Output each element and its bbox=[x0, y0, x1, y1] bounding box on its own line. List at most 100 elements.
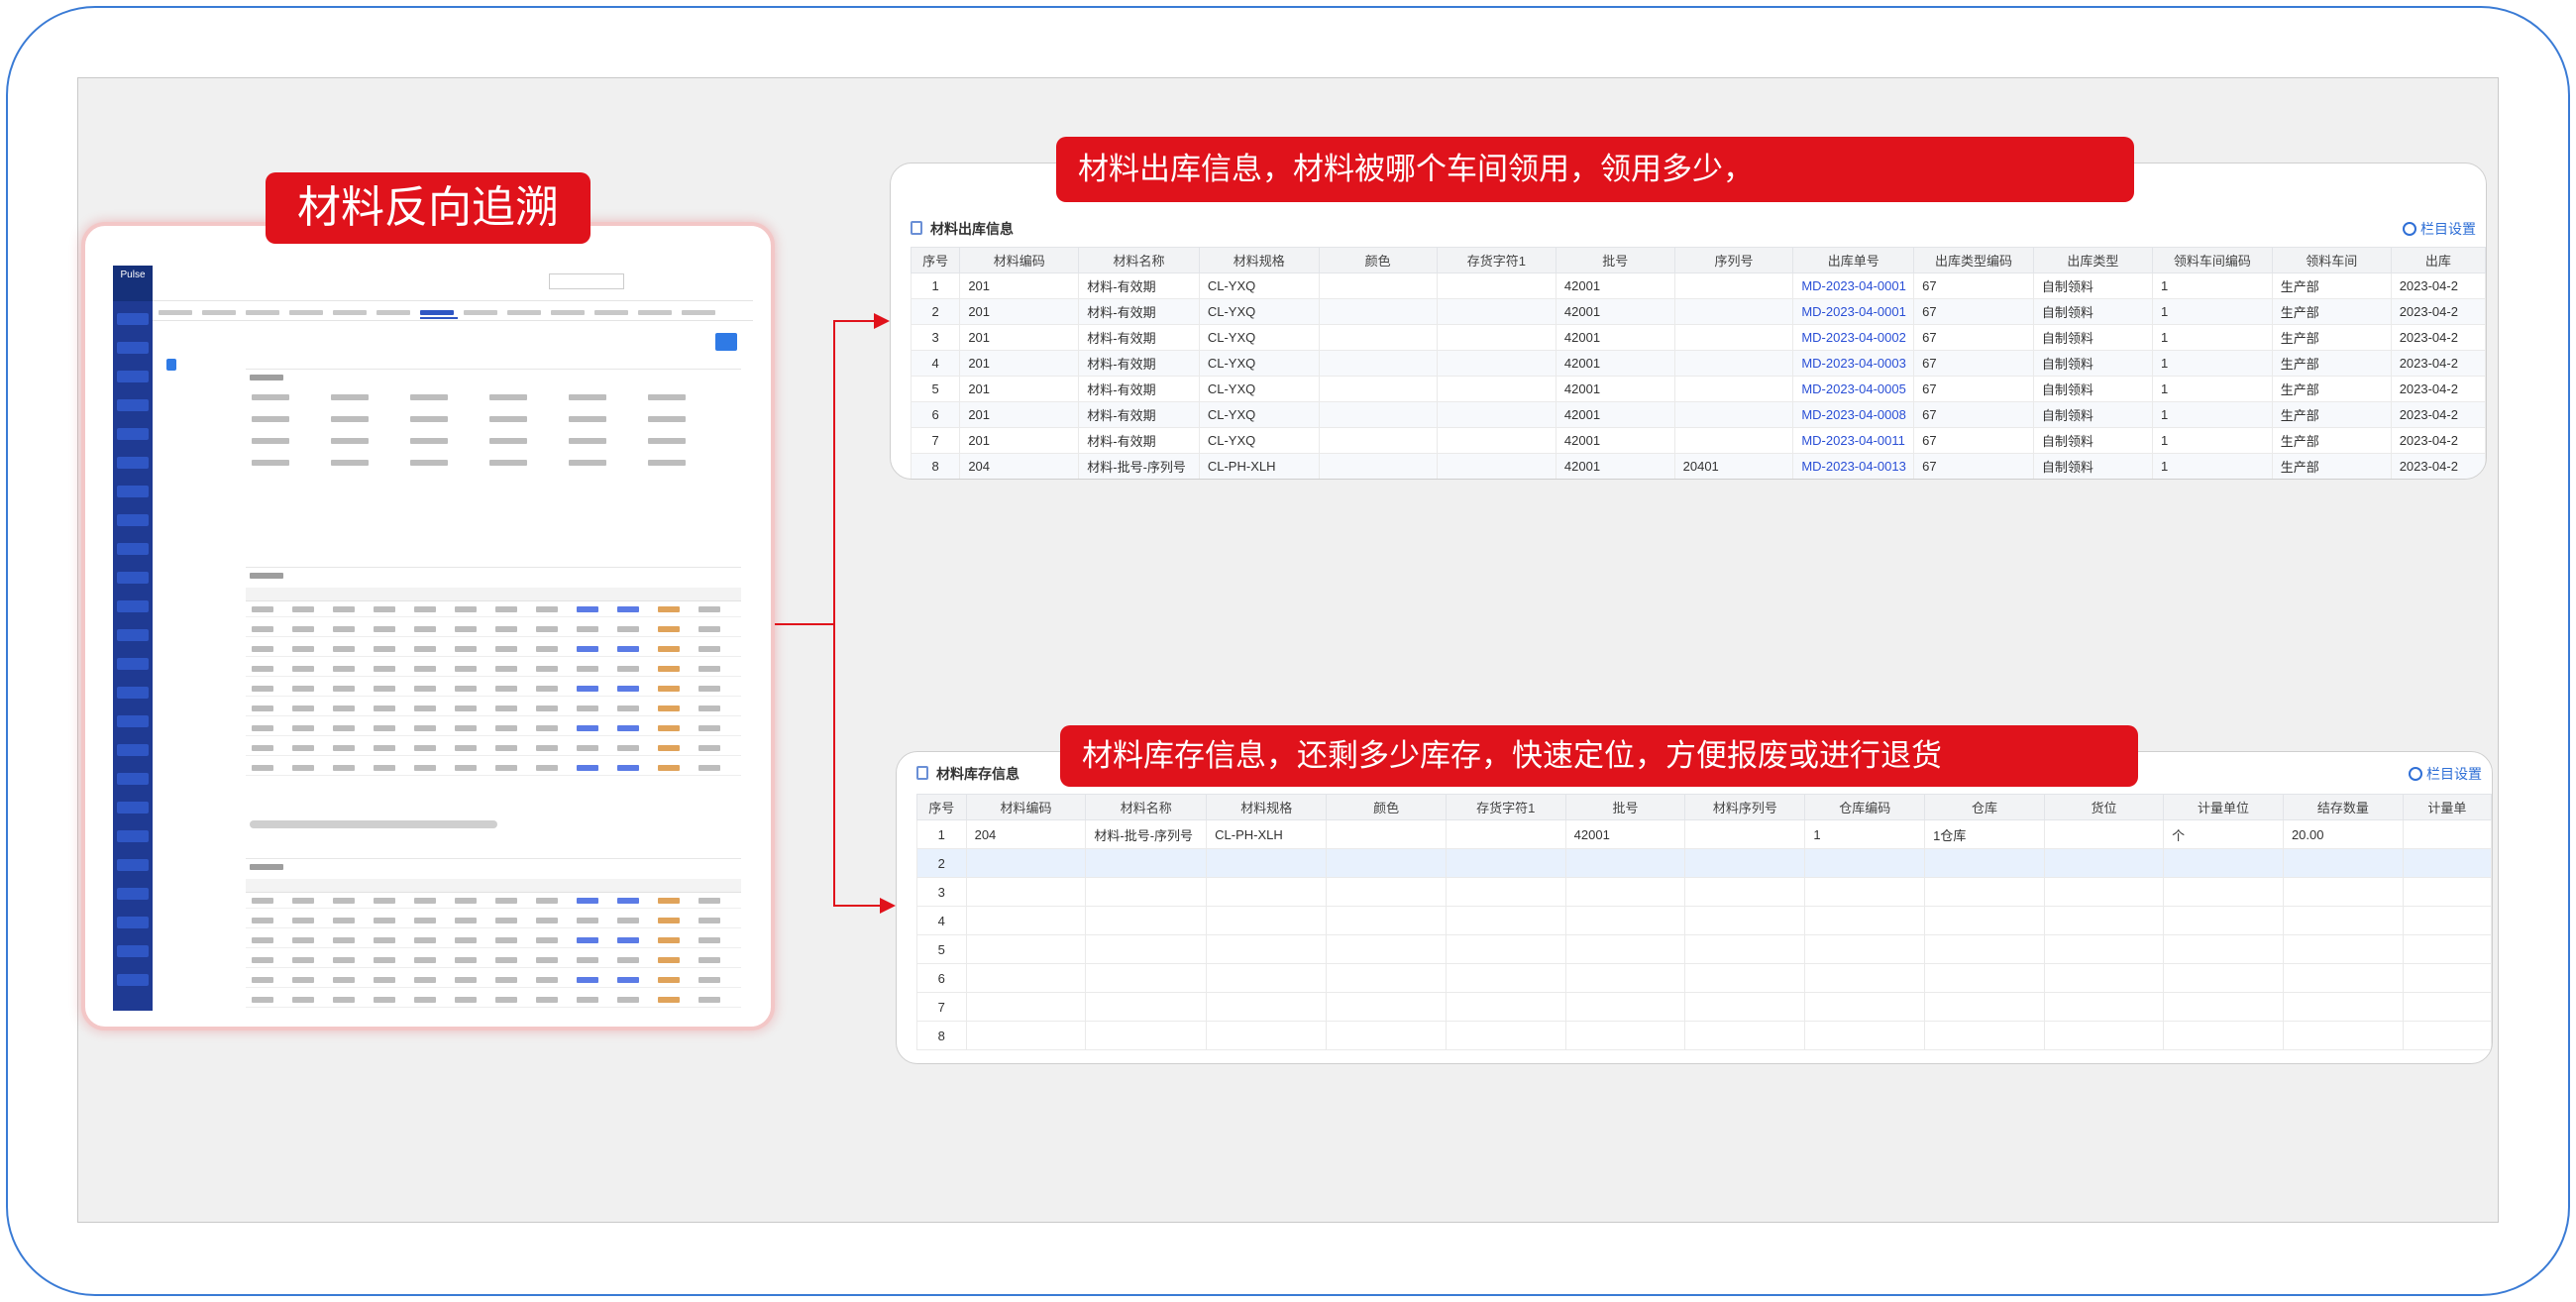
app-tab[interactable] bbox=[682, 307, 719, 319]
column-header[interactable]: 货位 bbox=[2043, 794, 2165, 820]
column-header[interactable]: 序列号 bbox=[1673, 247, 1794, 273]
table-row[interactable]: 8 bbox=[916, 1021, 2492, 1050]
column-header[interactable]: 仓库编码 bbox=[1804, 794, 1926, 820]
app-row[interactable] bbox=[246, 663, 741, 677]
column-header[interactable]: 批号 bbox=[1555, 247, 1675, 273]
column-header[interactable]: 颜色 bbox=[1318, 247, 1438, 273]
table-cell[interactable]: MD-2023-04-0002 bbox=[1792, 324, 1915, 351]
table-row[interactable]: 7 201 材料-有效期 CL-YXQ 42001 MD-2023-04-0011 67 自制… bbox=[910, 427, 2486, 454]
table-row[interactable]: 7 bbox=[916, 992, 2492, 1022]
app-scrollbar[interactable] bbox=[250, 820, 497, 828]
table-row[interactable]: 8 204 材料-批号-序列号 CL-PH-XLH 42001 20401 MD-2023-… bbox=[910, 453, 2486, 479]
column-header[interactable]: 出库类型编码 bbox=[1913, 247, 2034, 273]
column-header[interactable]: 领料车间编码 bbox=[2152, 247, 2273, 273]
table-cell[interactable]: MD-2023-04-0005 bbox=[1792, 376, 1915, 402]
app-sidebar-item[interactable] bbox=[117, 313, 149, 325]
app-tab[interactable] bbox=[376, 307, 414, 319]
app-sidebar-item[interactable] bbox=[117, 888, 149, 900]
app-row[interactable] bbox=[246, 643, 741, 657]
table-cell[interactable]: MD-2023-04-0001 bbox=[1792, 298, 1915, 325]
table-row[interactable]: 1 204 材料-批号-序列号 CL-PH-XLH 42001 1 1仓库个 20.00 bbox=[916, 819, 2492, 849]
app-tab[interactable] bbox=[246, 307, 283, 319]
app-sidebar-item[interactable] bbox=[117, 744, 149, 756]
app-row[interactable] bbox=[246, 994, 741, 1008]
column-header[interactable]: 材料序列号 bbox=[1684, 794, 1806, 820]
app-sidebar-item[interactable] bbox=[117, 974, 149, 986]
app-sidebar-item[interactable] bbox=[117, 687, 149, 699]
table-cell[interactable]: MD-2023-04-0003 bbox=[1792, 350, 1915, 377]
app-tab[interactable] bbox=[333, 307, 371, 319]
app-sidebar-item[interactable] bbox=[117, 486, 149, 497]
table-row[interactable]: 5 bbox=[916, 934, 2492, 964]
app-row[interactable] bbox=[246, 934, 741, 948]
table-row[interactable]: 2 201 材料-有效期 CL-YXQ 42001 MD-2023-04-0001 67 自制… bbox=[910, 298, 2486, 325]
app-query-button[interactable] bbox=[166, 359, 176, 371]
app-sidebar-item[interactable] bbox=[117, 572, 149, 584]
app-search-button[interactable] bbox=[715, 333, 737, 351]
app-sidebar-item[interactable] bbox=[117, 600, 149, 612]
app-tab[interactable] bbox=[507, 307, 545, 319]
app-sidebar-item[interactable] bbox=[117, 715, 149, 727]
app-sidebar-item[interactable] bbox=[117, 658, 149, 670]
app-tab[interactable] bbox=[420, 307, 458, 319]
app-tab[interactable] bbox=[159, 307, 196, 319]
app-sidebar-item[interactable] bbox=[117, 457, 149, 469]
column-header[interactable]: 材料编码 bbox=[965, 794, 1087, 820]
column-header[interactable]: 出库类型 bbox=[2032, 247, 2154, 273]
column-header[interactable]: 材料名称 bbox=[1078, 247, 1200, 273]
app-tab[interactable] bbox=[638, 307, 676, 319]
app-row[interactable] bbox=[246, 603, 741, 617]
column-settings-button[interactable]: 栏目设置 bbox=[2403, 219, 2476, 239]
app-tab[interactable] bbox=[594, 307, 632, 319]
column-header[interactable]: 材料规格 bbox=[1206, 794, 1328, 820]
table-row[interactable]: 1 201 材料-有效期 CL-YXQ 42001 MD-2023-04-0001 67 自制… bbox=[910, 272, 2486, 299]
column-header[interactable]: 材料名称 bbox=[1085, 794, 1208, 820]
app-sidebar-item[interactable] bbox=[117, 371, 149, 382]
column-header[interactable]: 结存数量 bbox=[2282, 794, 2404, 820]
table-row[interactable]: 4 bbox=[916, 906, 2492, 935]
app-row[interactable] bbox=[246, 762, 741, 776]
app-sidebar-item[interactable] bbox=[117, 514, 149, 526]
column-settings-button[interactable]: 栏目设置 bbox=[2409, 764, 2482, 784]
table-cell[interactable]: MD-2023-04-0013 bbox=[1792, 453, 1915, 479]
app-sidebar-item[interactable] bbox=[117, 399, 149, 411]
app-tab[interactable] bbox=[202, 307, 240, 319]
app-sidebar-item[interactable] bbox=[117, 945, 149, 957]
column-header[interactable]: 批号 bbox=[1564, 794, 1686, 820]
column-header[interactable]: 计量单 bbox=[2402, 794, 2492, 820]
app-row[interactable] bbox=[246, 954, 741, 968]
column-header[interactable]: 颜色 bbox=[1326, 794, 1447, 820]
app-search-input[interactable] bbox=[549, 273, 624, 289]
app-row[interactable] bbox=[246, 915, 741, 928]
app-row[interactable] bbox=[246, 742, 741, 756]
column-header[interactable]: 序号 bbox=[916, 794, 967, 820]
column-header[interactable]: 计量单位 bbox=[2163, 794, 2284, 820]
table-row[interactable]: 3 201 材料-有效期 CL-YXQ 42001 MD-2023-04-0002 67 自制… bbox=[910, 324, 2486, 351]
table-row[interactable]: 5 201 材料-有效期 CL-YXQ 42001 MD-2023-04-0005 67 自制… bbox=[910, 376, 2486, 402]
table-cell[interactable]: MD-2023-04-0008 bbox=[1792, 401, 1915, 428]
table-row[interactable]: 6 201 材料-有效期 CL-YXQ 42001 MD-2023-04-0008 67 自制… bbox=[910, 401, 2486, 428]
app-row[interactable] bbox=[246, 623, 741, 637]
app-tab[interactable] bbox=[464, 307, 501, 319]
column-header[interactable]: 材料规格 bbox=[1198, 247, 1320, 273]
app-tab[interactable] bbox=[289, 307, 327, 319]
app-sidebar-item[interactable] bbox=[117, 802, 149, 814]
column-header[interactable]: 序号 bbox=[910, 247, 961, 273]
app-sidebar-item[interactable] bbox=[117, 428, 149, 440]
app-row[interactable] bbox=[246, 974, 741, 988]
column-header[interactable]: 材料编码 bbox=[959, 247, 1080, 273]
column-header[interactable]: 出库单号 bbox=[1792, 247, 1915, 273]
table-row[interactable]: 3 bbox=[916, 877, 2492, 907]
table-row[interactable]: 2 bbox=[916, 848, 2492, 878]
table-row[interactable]: 4 201 材料-有效期 CL-YXQ 42001 MD-2023-04-0003 67 自制… bbox=[910, 350, 2486, 377]
column-header[interactable]: 存货字符1 bbox=[1436, 247, 1556, 273]
table-cell[interactable]: MD-2023-04-0011 bbox=[1792, 427, 1915, 454]
app-row[interactable] bbox=[246, 895, 741, 909]
app-sidebar-item[interactable] bbox=[117, 830, 149, 842]
app-sidebar-item[interactable] bbox=[117, 342, 149, 354]
app-sidebar-item[interactable] bbox=[117, 859, 149, 871]
column-header[interactable]: 存货字符1 bbox=[1445, 794, 1566, 820]
app-tab[interactable] bbox=[551, 307, 589, 319]
app-row[interactable] bbox=[246, 703, 741, 716]
app-row[interactable] bbox=[246, 683, 741, 697]
